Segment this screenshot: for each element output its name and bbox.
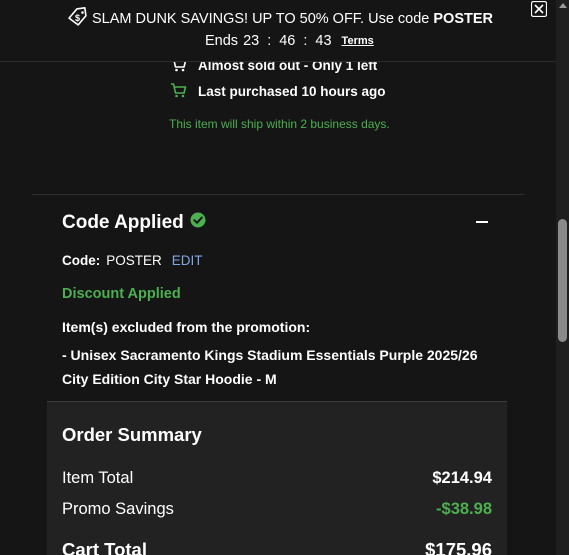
order-summary-title: Order Summary: [62, 424, 202, 445]
close-icon: [531, 1, 547, 17]
countdown-separator: :: [267, 33, 272, 49]
last-purchased-row: Last purchased 10 hours ago: [170, 82, 386, 101]
promo-savings-value: -$38.98: [436, 500, 492, 518]
page-scrollbar[interactable]: [556, 0, 569, 555]
terms-link[interactable]: Terms: [342, 35, 374, 47]
dollar-tag-icon: $: [66, 7, 88, 31]
edit-code-link[interactable]: EDIT: [172, 253, 203, 268]
excluded-item: - Unisex Sacramento Kings Stadium Essent…: [62, 347, 478, 387]
countdown-seconds: 43: [315, 33, 332, 49]
cart-icon: [170, 82, 187, 101]
item-total-label: Item Total: [62, 469, 134, 487]
promo-banner: $ SLAM DUNK SAVINGS! UP TO 50% OFF. Use …: [0, 0, 556, 62]
promo-savings-row: Promo Savings -$38.98: [62, 500, 492, 519]
svg-text:$: $: [75, 13, 80, 23]
code-applied-title: Code Applied: [62, 212, 184, 233]
discount-status: Discount Applied: [62, 286, 181, 302]
minus-icon[interactable]: [476, 221, 488, 223]
promo-headline-row: $ SLAM DUNK SAVINGS! UP TO 50% OFF. Use …: [66, 7, 493, 31]
countdown-label: Ends: [205, 33, 239, 49]
close-button[interactable]: [527, 0, 552, 20]
promo-countdown-row: Ends 23 : 46 : 43 Terms: [205, 33, 374, 49]
cart-total-value: $175.96: [425, 539, 492, 555]
countdown-minutes: 46: [279, 33, 296, 49]
scroll-up-arrow-icon[interactable]: [559, 3, 567, 8]
promo-headline: SLAM DUNK SAVINGS! UP TO 50% OFF. Use co…: [92, 11, 430, 27]
promo-code: POSTER: [433, 11, 493, 27]
cart-total-label: Cart Total: [62, 539, 147, 555]
order-summary-panel: Order Summary Item Total $214.94 Promo S…: [47, 401, 507, 555]
item-total-value: $214.94: [432, 469, 492, 487]
last-purchased-text: Last purchased 10 hours ago: [198, 84, 386, 99]
code-label: Code:: [62, 253, 101, 268]
scrollbar-thumb[interactable]: [558, 219, 567, 342]
promo-savings-label: Promo Savings: [62, 500, 174, 518]
code-value: POSTER: [106, 253, 162, 268]
excluded-title: Item(s) excluded from the promotion:: [62, 319, 311, 335]
check-circle-icon: [190, 212, 206, 234]
cart-total-row: Cart Total $175.96: [62, 539, 492, 555]
countdown-separator: :: [303, 33, 308, 49]
code-row: Code: POSTER EDIT: [62, 253, 203, 268]
code-applied-header[interactable]: Code Applied: [62, 212, 206, 234]
section-divider: [32, 194, 524, 195]
shipping-note: This item will ship within 2 business da…: [169, 117, 390, 131]
countdown-hours: 23: [243, 33, 260, 49]
item-total-row: Item Total $214.94: [62, 469, 492, 488]
